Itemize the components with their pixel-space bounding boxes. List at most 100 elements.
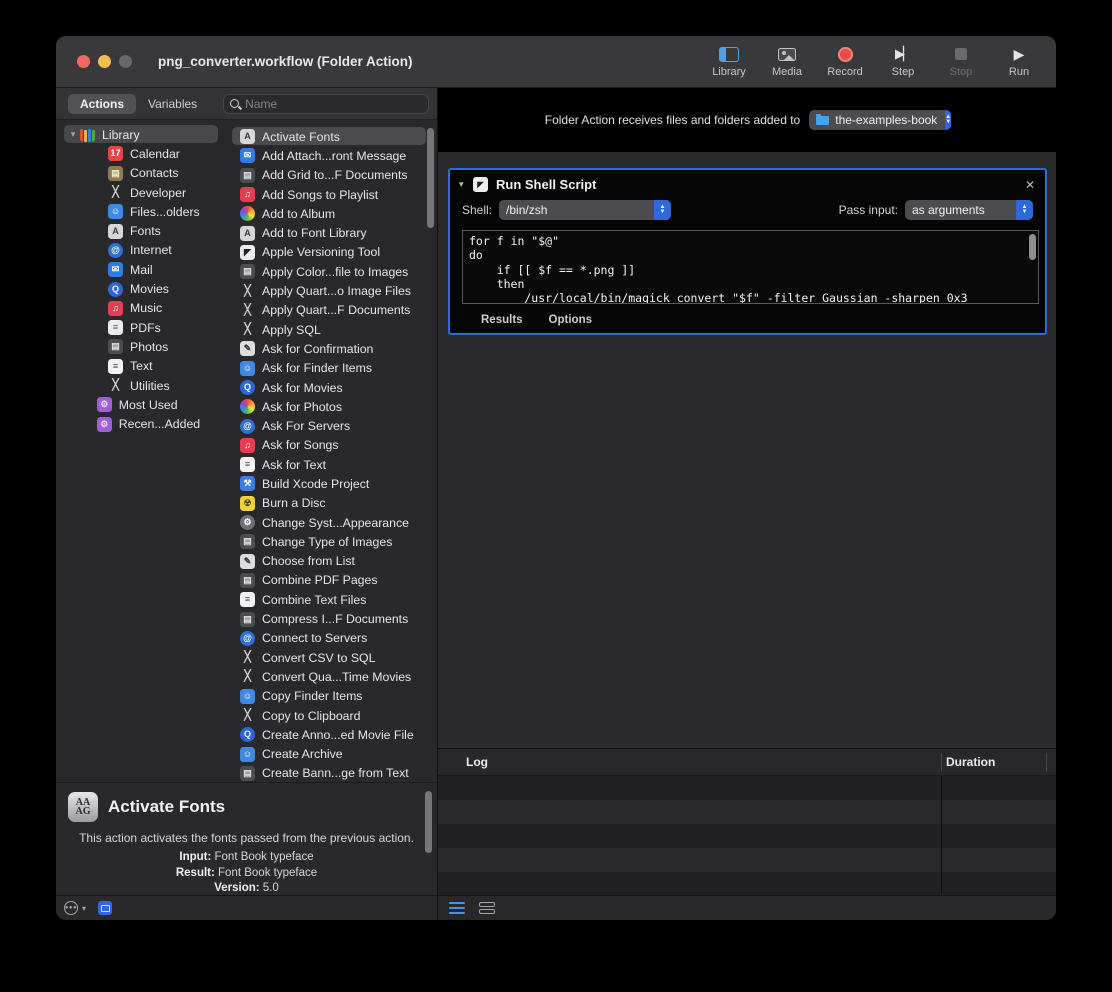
sidebar-item-movies[interactable]: QMovies [56,279,228,298]
action-item-combine-pdf-pages[interactable]: ▤Combine PDF Pages [228,571,437,590]
utilities-icon: ╳ [240,284,255,299]
action-item-apply-quart-f-documents[interactable]: ╳Apply Quart...F Documents [228,301,437,320]
action-item-apple-versioning-tool[interactable]: ◤Apple Versioning Tool [228,243,437,262]
action-item-combine-text-files[interactable]: ≡Combine Text Files [228,590,437,609]
action-item-change-syst-appearance[interactable]: ⚙Change Syst...Appearance [228,513,437,532]
sidebar-item-utilities[interactable]: ╳Utilities [56,376,228,395]
code-scrollbar[interactable] [1029,234,1036,260]
results-link[interactable]: Results [481,314,523,326]
shell-script-icon: ◤ [473,177,488,192]
tab-variables[interactable]: Variables [136,94,209,114]
action-item-ask-for-confirmation[interactable]: ✎Ask for Confirmation [228,339,437,358]
action-item-ask-for-text[interactable]: ≡Ask for Text [228,455,437,474]
action-item-convert-csv-to-sql[interactable]: ╳Convert CSV to SQL [228,648,437,667]
finder-icon: ☺ [240,361,255,376]
search-field[interactable] [223,94,429,114]
action-item-ask-for-movies[interactable]: QAsk for Movies [228,378,437,397]
sidebar-item-recen-added[interactable]: ⚙Recen...Added [56,414,228,433]
duration-column-header[interactable]: Duration [946,755,995,769]
action-item-ask-for-songs[interactable]: ♫Ask for Songs [228,436,437,455]
action-menu-chevron-icon[interactable]: ▾ [82,904,86,913]
sidebar-item-most-used[interactable]: ⚙Most Used [56,395,228,414]
action-item-apply-sql[interactable]: ╳Apply SQL [228,320,437,339]
media-button[interactable]: Media [764,45,810,78]
action-item-label: Convert Qua...Time Movies [262,670,411,684]
log-list-view-icon[interactable] [449,902,465,914]
left-status-bar: ●●● ▾ [56,895,437,920]
folder-select-popup[interactable]: the-examples-book ▲▼ [809,110,949,130]
sidebar-item-pdfs[interactable]: ≡PDFs [56,318,228,337]
shell-select-popup[interactable]: /bin/zsh ▲▼ [499,200,671,220]
sidebar-item-files-olders[interactable]: ☺Files...olders [56,202,228,221]
action-menu-icon[interactable]: ●●● [64,901,78,915]
sidebar-item-developer[interactable]: ╳Developer [56,183,228,202]
action-item-add-attach-ront-message[interactable]: ✉Add Attach...ront Message [228,146,437,165]
expand-chevron-icon[interactable]: ▾ [66,129,80,140]
action-item-ask-for-photos[interactable]: Ask for Photos [228,397,437,416]
burn-icon: ☢ [240,496,255,511]
pass-input-popup[interactable]: as arguments ▲▼ [905,200,1033,220]
action-item-ask-for-finder-items[interactable]: ☺Ask for Finder Items [228,359,437,378]
action-item-choose-from-list[interactable]: ✎Choose from List [228,552,437,571]
shell-script-editor[interactable]: for f in "$@" do if [[ $f == *.png ]] th… [462,230,1039,304]
options-link[interactable]: Options [549,314,592,326]
sidebar-item-calendar[interactable]: 17Calendar [56,144,228,163]
action-item-ask-for-servers[interactable]: @Ask For Servers [228,416,437,435]
record-button[interactable]: Record [822,45,868,78]
sidebar-item-label: PDFs [130,321,161,335]
block-close-icon[interactable]: ✕ [1025,178,1035,192]
action-item-compress-i-f-documents[interactable]: ▤Compress I...F Documents [228,609,437,628]
toolbar-button-label: Stop [950,66,973,78]
action-item-convert-qua-time-movies[interactable]: ╳Convert Qua...Time Movies [228,667,437,686]
search-input[interactable] [245,97,422,111]
action-item-connect-to-servers[interactable]: @Connect to Servers [228,629,437,648]
sidebar-item-library[interactable]: ▾Library [56,125,228,144]
action-item-add-to-font-library[interactable]: AAdd to Font Library [228,223,437,242]
action-item-copy-to-clipboard[interactable]: ╳Copy to Clipboard [228,706,437,725]
action-item-activate-fonts[interactable]: AActivate Fonts [228,127,437,146]
block-controls: Shell: /bin/zsh ▲▼ Pass input: as argume… [450,200,1045,220]
internet-icon: @ [108,243,123,258]
sidebar-item-mail[interactable]: ✉Mail [56,260,228,279]
close-window-button[interactable] [77,55,90,68]
action-item-add-grid-to-f-documents[interactable]: ▤Add Grid to...F Documents [228,166,437,185]
column-divider[interactable] [1046,753,1047,771]
action-item-add-songs-to-playlist[interactable]: ♫Add Songs to Playlist [228,185,437,204]
sidebar-item-contacts[interactable]: ▤Contacts [56,164,228,183]
action-item-create-anno-ed-movie-file[interactable]: QCreate Anno...ed Movie File [228,725,437,744]
step-button[interactable]: ▶▏Step [880,45,926,78]
detail-scrollbar[interactable] [425,791,432,853]
library-button[interactable]: Library [706,45,752,78]
pencil-icon: ✎ [240,341,255,356]
sidebar-item-label: Text [130,359,153,373]
sidebar-item-photos[interactable]: ▤Photos [56,337,228,356]
stop-button[interactable]: Stop [938,45,984,78]
sidebar-item-music[interactable]: ♫Music [56,299,228,318]
sidebar-item-internet[interactable]: @Internet [56,241,228,260]
sidebar-item-text[interactable]: ≡Text [56,357,228,376]
action-item-add-to-album[interactable]: Add to Album [228,204,437,223]
action-item-apply-color-file-to-images[interactable]: ▤Apply Color...file to Images [228,262,437,281]
action-item-change-type-of-images[interactable]: ▤Change Type of Images [228,532,437,551]
minimize-window-button[interactable] [98,55,111,68]
media-browser-toggle-icon[interactable] [98,901,112,915]
log-stack-view-icon[interactable] [479,902,495,914]
collapse-chevron-icon[interactable]: ▾ [459,179,473,190]
action-item-copy-finder-items[interactable]: ☺Copy Finder Items [228,687,437,706]
run-button[interactable]: ▶Run [996,45,1042,78]
column-divider[interactable] [941,753,942,771]
action-item-apply-quart-o-image-files[interactable]: ╳Apply Quart...o Image Files [228,281,437,300]
action-item-label: Create Archive [262,747,343,761]
action-item-create-bann-ge-from-text[interactable]: ▤Create Bann...ge from Text [228,764,437,783]
finder-icon: ☺ [240,689,255,704]
action-item-create-archive[interactable]: ☺Create Archive [228,745,437,764]
action-item-build-xcode-project[interactable]: ⚒Build Xcode Project [228,474,437,493]
actions-list: AActivate Fonts✉Add Attach...ront Messag… [228,120,437,814]
log-header: Log Duration [438,749,1056,776]
zoom-window-button[interactable] [119,55,132,68]
tab-actions[interactable]: Actions [68,94,136,114]
run-shell-script-block[interactable]: ▾ ◤ Run Shell Script ✕ Shell: /bin/zsh ▲… [448,168,1047,335]
action-item-burn-a-disc[interactable]: ☢Burn a Disc [228,494,437,513]
log-column-header[interactable]: Log [466,755,488,769]
sidebar-item-fonts[interactable]: AFonts [56,221,228,240]
